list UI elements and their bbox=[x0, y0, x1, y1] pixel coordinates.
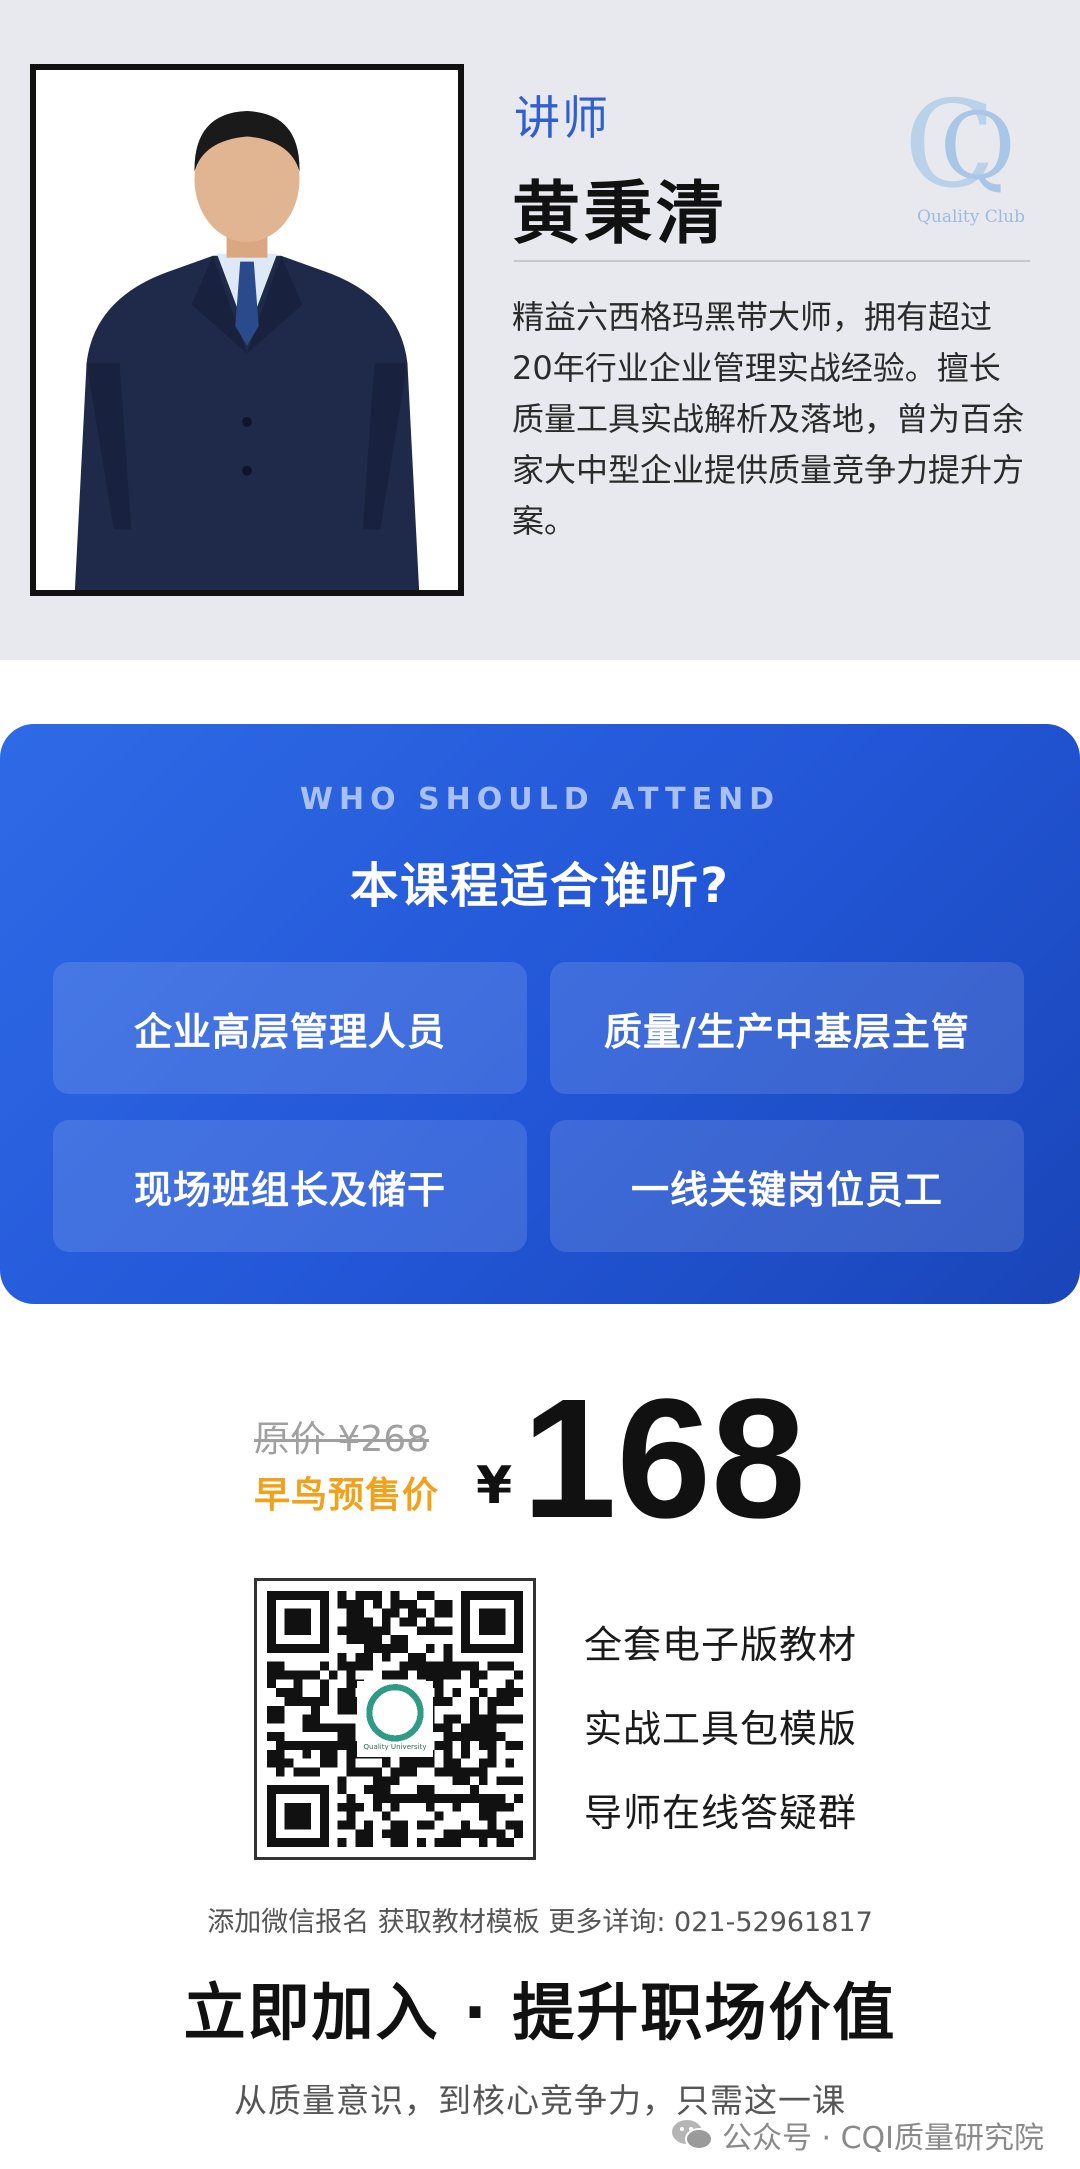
pricing-section: 原价 ¥268 早鸟预售价 ¥ 168 Quality University 全… bbox=[10, 1332, 1070, 2169]
cta-headline: 立即加入 · 提升职场价值 bbox=[183, 1976, 897, 2049]
sale-price: 168 bbox=[522, 1364, 806, 1554]
audience-kicker: WHO SHOULD ATTEND bbox=[299, 782, 781, 817]
wechat-icon bbox=[671, 2120, 713, 2150]
early-bird-label: 早鸟预售价 bbox=[254, 1475, 440, 1516]
original-price: 原价 ¥268 bbox=[254, 1419, 430, 1460]
wechat-qr-code[interactable]: Quality University bbox=[254, 1578, 536, 1860]
audience-card-frontline-staff: 一线关键岗位员工 bbox=[550, 1120, 1024, 1252]
benefit-item: 全套电子版教材 bbox=[584, 1623, 858, 1667]
instructor-section: 讲师 黄秉清 C Q Quality Club 精益六西格玛黑带大师，拥有超过2… bbox=[0, 0, 1080, 660]
contact-info: 添加微信报名 获取教材模板 更多详询: 021-52961817 bbox=[207, 1907, 873, 1938]
instructor-name: 黄秉清 bbox=[512, 175, 729, 254]
logo-text: Quality Club bbox=[917, 207, 1025, 227]
audience-card-team-leaders: 现场班组长及储干 bbox=[53, 1120, 527, 1252]
audience-panel: WHO SHOULD ATTEND 本课程适合谁听? 企业高层管理人员 质量/生… bbox=[0, 724, 1080, 1304]
audience-card-executives: 企业高层管理人员 bbox=[53, 962, 527, 1094]
benefit-item: 导师在线答疑群 bbox=[584, 1791, 858, 1835]
quality-club-logo: C Q Quality Club bbox=[896, 66, 1046, 236]
qr-pattern: Quality University bbox=[267, 1591, 523, 1847]
benefit-item: 实战工具包模版 bbox=[584, 1707, 858, 1751]
instructor-bio: 精益六西格玛黑带大师，拥有超过20年行业企业管理实战经验。擅长质量工具实战解析及… bbox=[512, 298, 1025, 540]
currency-symbol: ¥ bbox=[476, 1456, 513, 1516]
watermark-text: 公众号 · CQI质量研究院 bbox=[721, 2121, 1044, 2156]
audience-title: 本课程适合谁听? bbox=[350, 858, 730, 914]
svg-text:Q: Q bbox=[940, 93, 1015, 200]
qr-center-label: Quality University bbox=[364, 1742, 427, 1751]
instructor-role: 讲师 bbox=[514, 91, 610, 145]
instructor-photo bbox=[30, 64, 464, 596]
portrait-illustration bbox=[36, 70, 458, 590]
account-watermark: 公众号 · CQI质量研究院 bbox=[670, 2113, 1044, 2157]
divider bbox=[514, 260, 1030, 262]
audience-card-supervisors: 质量/生产中基层主管 bbox=[550, 962, 1024, 1094]
